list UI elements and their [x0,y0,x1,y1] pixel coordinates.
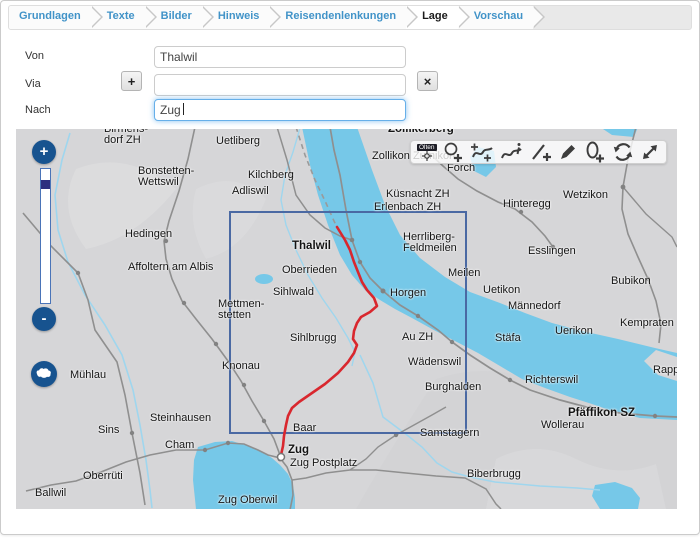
place-label-tool-icon[interactable]: Olten [417,141,437,163]
map-drawing-toolbar: Olten [410,140,667,164]
zoom-slider-handle[interactable] [41,180,50,189]
add-route-icon[interactable] [470,141,494,163]
label-badge: Olten [417,144,437,151]
von-label: Von [25,50,44,62]
add-circle-icon[interactable] [442,141,464,163]
switzerland-icon [35,366,53,380]
zoom-slider[interactable] [40,168,51,304]
add-ellipse-icon[interactable] [584,141,606,163]
add-line-icon[interactable] [530,141,552,163]
text-caret [183,103,184,115]
via-add-button[interactable]: + [121,71,142,91]
via-remove-button[interactable]: × [417,71,438,91]
nach-input[interactable] [154,99,406,121]
tab-grundlagen[interactable]: Grundlagen [9,6,91,29]
edit-pencil-icon[interactable] [558,141,578,163]
map-canvas[interactable]: Birmens- dorf ZHUetlibergZollikerbergZol… [16,129,677,509]
nach-label: Nach [25,104,51,116]
fullscreen-icon[interactable] [640,141,660,163]
map-base-layer [16,129,677,509]
home-extent-button[interactable] [31,361,57,387]
via-input[interactable] [154,74,406,96]
via-label: Via [25,78,41,90]
breadcrumb-tabbar: GrundlagenTexteBilderHinweisReisendenlen… [8,5,692,30]
von-input[interactable] [154,46,406,68]
zoom-in-button[interactable]: + [32,140,56,164]
route-info-icon[interactable] [500,141,524,163]
refresh-icon[interactable] [612,141,634,163]
tab-reisendenlenkungen[interactable]: Reisendenlenkungen [269,6,406,29]
zoom-out-button[interactable]: - [32,307,56,331]
